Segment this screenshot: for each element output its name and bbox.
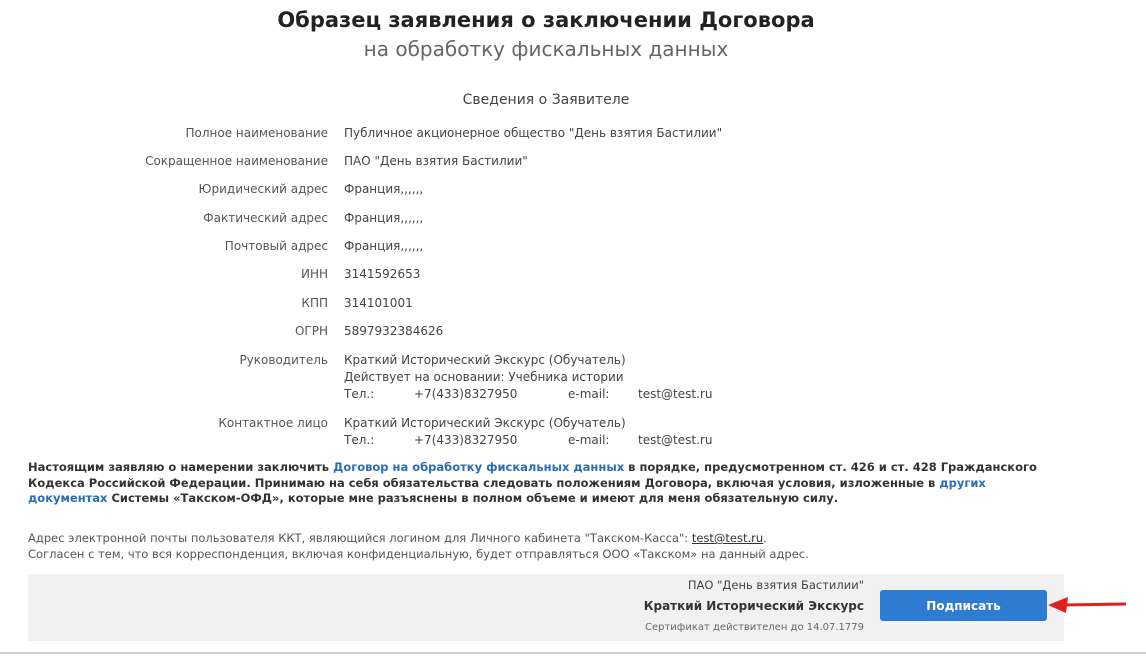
- director-phone-label: Тел.:: [344, 387, 375, 401]
- signer-org: ПАО "День взятия Бастилии": [687, 578, 864, 592]
- contact-name: Краткий Исторический Экскурс (Обучатель): [344, 416, 626, 430]
- page-title: Образец заявления о заключении Договора: [277, 8, 815, 32]
- page-subtitle: на обработку фискальных данных: [363, 37, 729, 61]
- field-label-director: Руководитель: [239, 353, 328, 367]
- field-value-postal-address: Франция,,,,,,: [344, 239, 424, 253]
- contact-email-label: e-mail:: [568, 433, 610, 447]
- statement-part-1: Настоящим заявляю о намерении заключить: [28, 460, 334, 474]
- contact-phone: +7(433)8327950: [414, 433, 518, 447]
- contact-phone-label: Тел.:: [344, 433, 375, 447]
- field-label-inn: ИНН: [300, 267, 328, 281]
- email-note-line-1: Адрес электронной почты пользователя ККТ…: [28, 530, 1068, 546]
- bottom-divider: [0, 652, 1146, 654]
- field-label-actual-address: Фактический адрес: [203, 211, 328, 225]
- contract-link[interactable]: Договор на обработку фискальных данных: [333, 460, 624, 474]
- field-value-ogrn: 5897932384626: [344, 324, 444, 338]
- director-email-label: e-mail:: [568, 387, 610, 401]
- email-note-line-2: Согласен с тем, что вся корреспонденция,…: [28, 547, 809, 561]
- field-value-kpp: 314101001: [344, 296, 413, 310]
- field-label-contact: Контактное лицо: [218, 416, 328, 430]
- section-heading: Сведения о Заявителе: [462, 92, 630, 108]
- director-basis: Действует на основании: Учебника истории: [344, 370, 624, 384]
- field-label-postal-address: Почтовый адрес: [224, 239, 328, 253]
- field-value-actual-address: Франция,,,,,,: [344, 211, 424, 225]
- certificate-validity: Сертификат действителен до 14.07.1779: [644, 622, 864, 633]
- field-value-short-name: ПАО "День взятия Бастилии": [344, 154, 528, 168]
- sign-button[interactable]: Подписать: [880, 590, 1047, 621]
- sign-panel: ПАО "День взятия Бастилии" Краткий Истор…: [28, 574, 1064, 641]
- director-name: Краткий Исторический Экскурс (Обучатель): [344, 353, 626, 367]
- field-value-legal-address: Франция,,,,,,: [344, 182, 424, 196]
- director-phone: +7(433)8327950: [414, 387, 518, 401]
- field-label-kpp: КПП: [301, 296, 328, 310]
- email-note-suffix: .: [763, 531, 767, 545]
- login-email-link[interactable]: test@test.ru: [692, 531, 763, 545]
- statement-text: Настоящим заявляю о намерении заключить …: [28, 460, 1068, 507]
- red-arrow-icon: [1048, 597, 1127, 613]
- signer-name: Краткий Исторический Экскурс: [643, 599, 864, 613]
- email-note-prefix: Адрес электронной почты пользователя ККТ…: [28, 531, 692, 545]
- field-label-short-name: Сокращенное наименование: [145, 154, 328, 168]
- email-note: Адрес электронной почты пользователя ККТ…: [28, 530, 1068, 562]
- field-label-legal-address: Юридический адрес: [198, 182, 328, 196]
- statement-part-3: Системы «Такском-ОФД», которые мне разъя…: [107, 491, 839, 505]
- director-email: test@test.ru: [638, 387, 713, 401]
- field-value-inn: 3141592653: [344, 267, 421, 281]
- field-label-ogrn: ОГРН: [294, 324, 328, 338]
- field-value-full-name: Публичное акционерное общество "День взя…: [344, 126, 723, 140]
- field-label-full-name: Полное наименование: [185, 126, 329, 140]
- contact-email: test@test.ru: [638, 433, 713, 447]
